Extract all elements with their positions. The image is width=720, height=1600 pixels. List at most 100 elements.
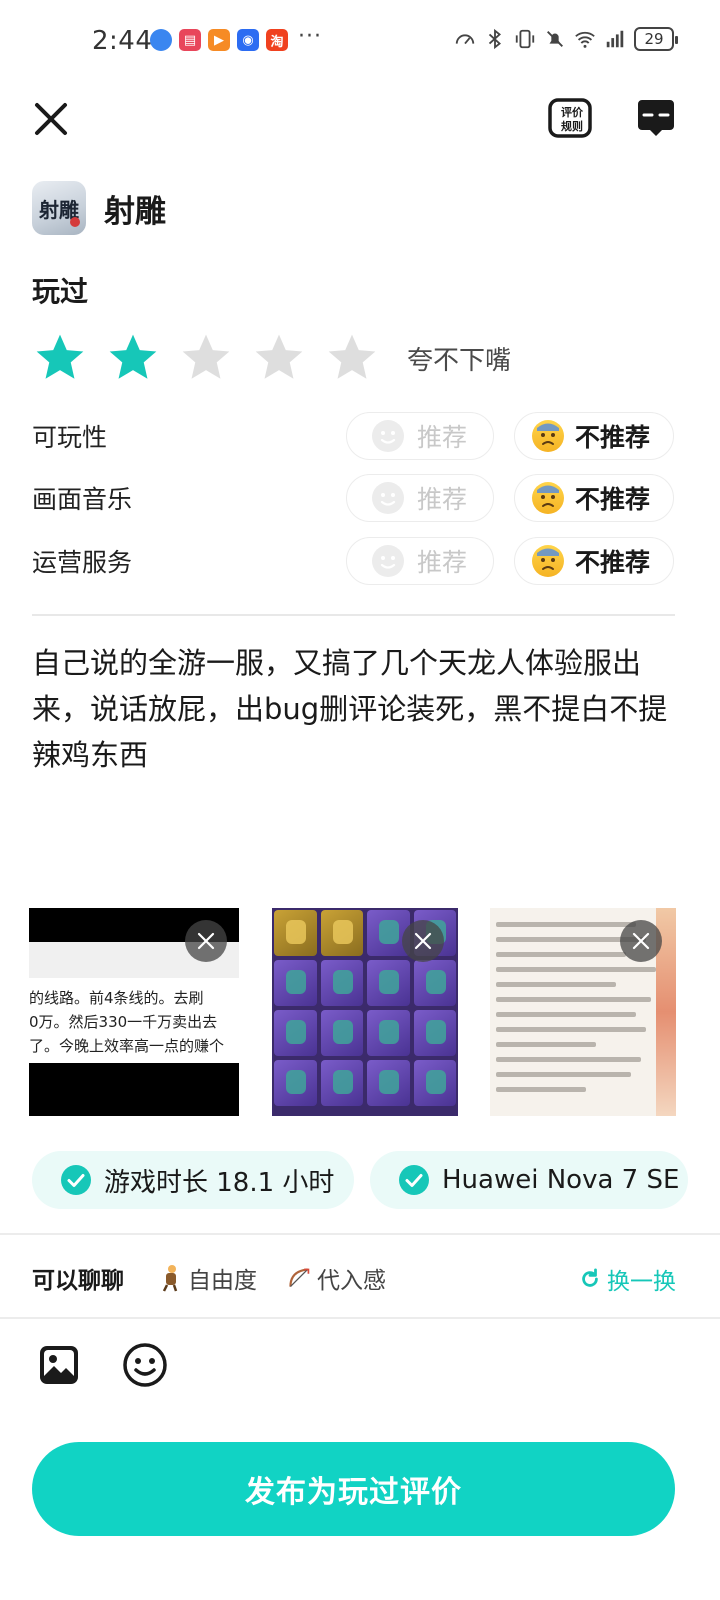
attached-image-1[interactable]: 的线路。前4条线的。去刷 0万。然后330一千万卖出去 了。今晚上效率高一点的赚… <box>29 908 239 1116</box>
inventory-cell <box>413 960 456 1006</box>
recommend-button[interactable]: 推荐 <box>346 412 494 460</box>
game-icon: 射雕 <box>32 181 86 235</box>
section-divider <box>0 1233 720 1235</box>
emoji-icon[interactable] <box>122 1342 168 1388</box>
star-rating[interactable]: 夸不下嘴 <box>32 330 511 386</box>
inventory-cell <box>320 960 363 1006</box>
video-app-icon: ▶ <box>208 29 230 51</box>
star-icon[interactable] <box>324 330 380 386</box>
aspect-label: 运营服务 <box>32 548 133 577</box>
section-divider <box>32 614 675 616</box>
device-tag[interactable]: Huawei Nova 7 SE <box>370 1151 688 1209</box>
aspect-row-graphics-music: 画面音乐 推荐 不推荐 <box>32 474 674 522</box>
not-recommend-label: 不推荐 <box>575 548 651 577</box>
refresh-topics-button[interactable]: 换一换 <box>579 1262 676 1296</box>
inventory-cell <box>413 1060 456 1106</box>
close-icon[interactable] <box>32 100 70 138</box>
close-icon <box>632 932 650 950</box>
game-name: 射雕 <box>104 193 166 230</box>
attached-image-2[interactable] <box>272 908 458 1116</box>
image-text-line: 了。今晚上效率高一点的赚个 <box>29 1037 225 1055</box>
game-info: 射雕 射雕 <box>32 181 166 235</box>
recommend-button[interactable]: 推荐 <box>346 537 494 585</box>
wifi-icon <box>575 31 595 48</box>
image-icon[interactable] <box>38 1344 80 1386</box>
inventory-cell <box>320 910 363 956</box>
smile-face-icon <box>372 545 404 577</box>
sad-face-icon <box>532 482 564 514</box>
inventory-cell <box>274 1060 317 1106</box>
not-recommend-button[interactable]: 不推荐 <box>514 412 674 460</box>
refresh-label: 换一换 <box>607 1269 676 1295</box>
star-icon[interactable] <box>105 330 161 386</box>
vibrate-icon <box>515 29 535 49</box>
svg-text:规则: 规则 <box>561 119 583 133</box>
recommend-button[interactable]: 推荐 <box>346 474 494 522</box>
status-time: 2:44 <box>92 26 153 56</box>
not-recommend-label: 不推荐 <box>575 423 651 452</box>
recommend-label: 推荐 <box>417 548 468 577</box>
aspect-label: 可玩性 <box>32 423 108 452</box>
topic-label: 代入感 <box>317 1268 386 1294</box>
chat-topics: 可以聊聊 自由度 代入感 换一换 <box>32 1258 676 1298</box>
inventory-cell <box>367 1010 410 1056</box>
browser-app-icon <box>150 29 172 51</box>
close-icon <box>197 932 215 950</box>
star-icon[interactable] <box>32 330 88 386</box>
remove-image-button[interactable] <box>620 920 662 962</box>
star-icon[interactable] <box>178 330 234 386</box>
inventory-cell <box>274 1010 317 1056</box>
recommend-label: 推荐 <box>417 423 468 452</box>
topic-label: 自由度 <box>188 1268 257 1294</box>
svg-text:评价: 评价 <box>561 106 584 119</box>
refresh-icon <box>582 1268 598 1287</box>
check-icon <box>61 1165 91 1195</box>
played-label: 玩过 <box>32 275 89 308</box>
inventory-cell <box>320 1010 363 1056</box>
check-icon <box>399 1165 429 1195</box>
playtime-label: 游戏时长 18.1 小时 <box>104 1167 335 1198</box>
status-bar: 2:44 ▤ ▶ ◉ 淘 ··· 29 <box>0 0 720 88</box>
chat-icon[interactable] <box>636 98 676 138</box>
book-app-icon: ▤ <box>179 29 201 51</box>
inventory-cell <box>320 1060 363 1106</box>
inventory-cell <box>367 960 410 1006</box>
shopping-app-icon: 淘 <box>266 29 288 51</box>
remove-image-button[interactable] <box>402 920 444 962</box>
image-text-line: 的线路。前4条线的。去刷 <box>29 989 204 1007</box>
aspect-row-playability: 可玩性 推荐 不推荐 <box>32 412 674 460</box>
battery-indicator: 29 <box>634 27 678 51</box>
review-text-input[interactable]: 自己说的全游一服，又搞了几个天龙人体验服出来，说话放屁，出bug删评论装死，黑不… <box>32 640 682 778</box>
inventory-cell <box>413 1010 456 1056</box>
aspect-row-operations: 运营服务 推荐 不推荐 <box>32 537 674 585</box>
image-text: 的线路。前4条线的。去刷 0万。然后330一千万卖出去 了。今晚上效率高一点的赚… <box>29 986 239 1058</box>
inventory-cell <box>367 1060 410 1106</box>
star-icon[interactable] <box>251 330 307 386</box>
not-recommend-button[interactable]: 不推荐 <box>514 474 674 522</box>
attached-image-3[interactable] <box>490 908 676 1116</box>
more-notifications-icon: ··· <box>298 24 322 49</box>
remove-image-button[interactable] <box>185 920 227 962</box>
playtime-tag[interactable]: 游戏时长 18.1 小时 <box>32 1151 354 1209</box>
game-icon-seal <box>70 217 80 227</box>
idea-app-icon: ◉ <box>237 29 259 51</box>
section-divider <box>0 1317 720 1319</box>
mute-icon <box>547 31 563 47</box>
freedom-icon <box>162 1265 178 1292</box>
topic-chip[interactable]: 代入感 <box>287 1261 386 1295</box>
topic-chip[interactable]: 自由度 <box>158 1261 257 1295</box>
status-indicators: 29 <box>454 27 678 51</box>
rating-description: 夸不下嘴 <box>407 345 512 376</box>
bow-arrow-icon <box>289 1268 310 1288</box>
close-icon <box>414 932 432 950</box>
aspect-label: 画面音乐 <box>32 485 133 514</box>
status-app-icons: ▤ ▶ ◉ 淘 <box>150 29 288 51</box>
review-rules-icon[interactable]: 评价 规则 <box>548 98 592 138</box>
chat-topics-title: 可以聊聊 <box>32 1268 124 1294</box>
image-black-band <box>29 1063 239 1116</box>
not-recommend-button[interactable]: 不推荐 <box>514 537 674 585</box>
signal-icon <box>606 30 624 48</box>
smile-face-icon <box>372 482 404 514</box>
inventory-cell <box>274 960 317 1006</box>
publish-button[interactable]: 发布为玩过评价 <box>32 1442 675 1536</box>
